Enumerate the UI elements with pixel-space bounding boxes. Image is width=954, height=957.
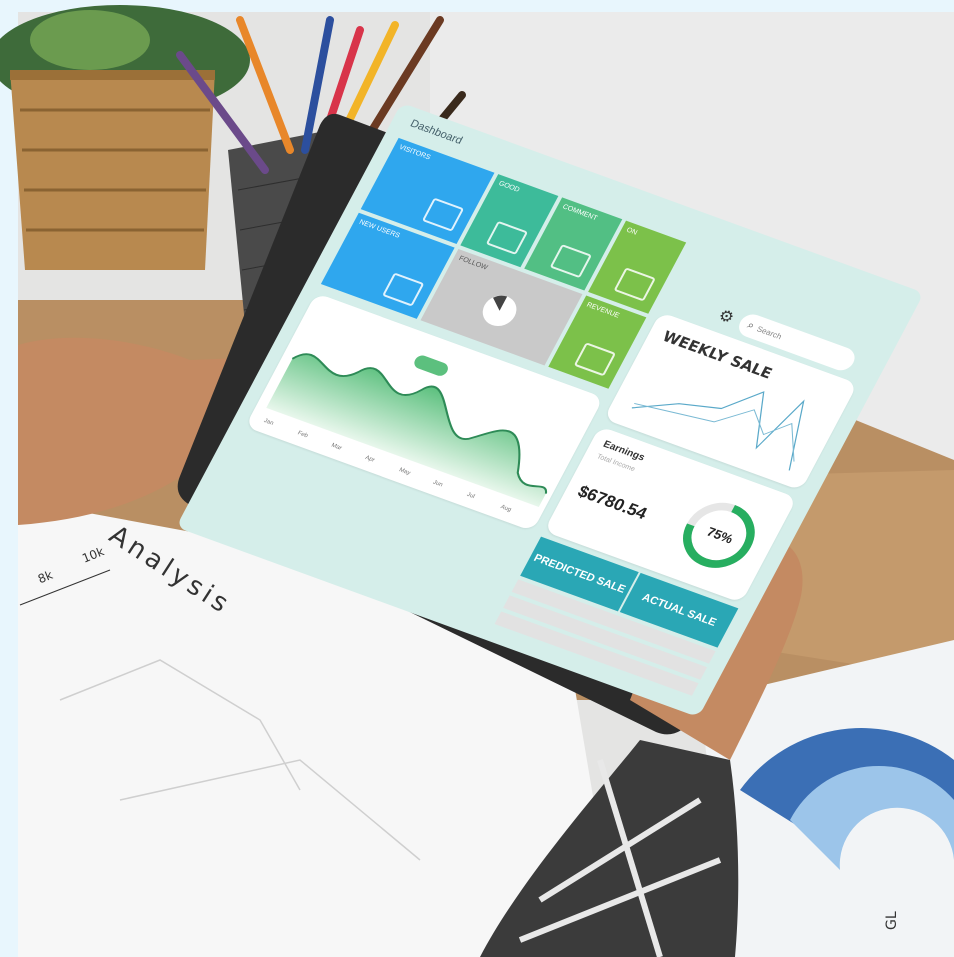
month-label: Jan [262, 418, 275, 427]
month-label: Aug [499, 504, 513, 514]
dashboard-title: Dashboard [408, 117, 465, 147]
photo-scene: Dashboard VISITORS NEW USERS GOOD COMMEN… [0, 0, 954, 957]
earnings-amount: $6780.54 [574, 481, 651, 524]
tile-label: COMMENT [561, 203, 599, 223]
monitor-chart-icon [421, 197, 465, 232]
month-label: Feb [296, 430, 309, 440]
tile-label: ON [625, 226, 639, 237]
growth-chart-icon [382, 272, 425, 307]
badge-icon [485, 220, 529, 255]
gear-icon[interactable]: ⚙ [715, 305, 738, 328]
month-label: Jul [465, 491, 476, 500]
month-label: Apr [363, 455, 376, 464]
month-label: Mar [330, 442, 343, 452]
search-placeholder: Search [755, 324, 784, 341]
document-icon [613, 267, 656, 302]
tile-label: VISITORS [397, 143, 432, 162]
money-bag-icon [573, 342, 617, 377]
watermark: GL [884, 911, 900, 930]
pie-icon [482, 295, 517, 327]
tile-label: GOOD [497, 180, 521, 194]
chat-icon [549, 244, 593, 279]
month-label: Jun [431, 479, 444, 489]
month-label: May [397, 467, 412, 477]
